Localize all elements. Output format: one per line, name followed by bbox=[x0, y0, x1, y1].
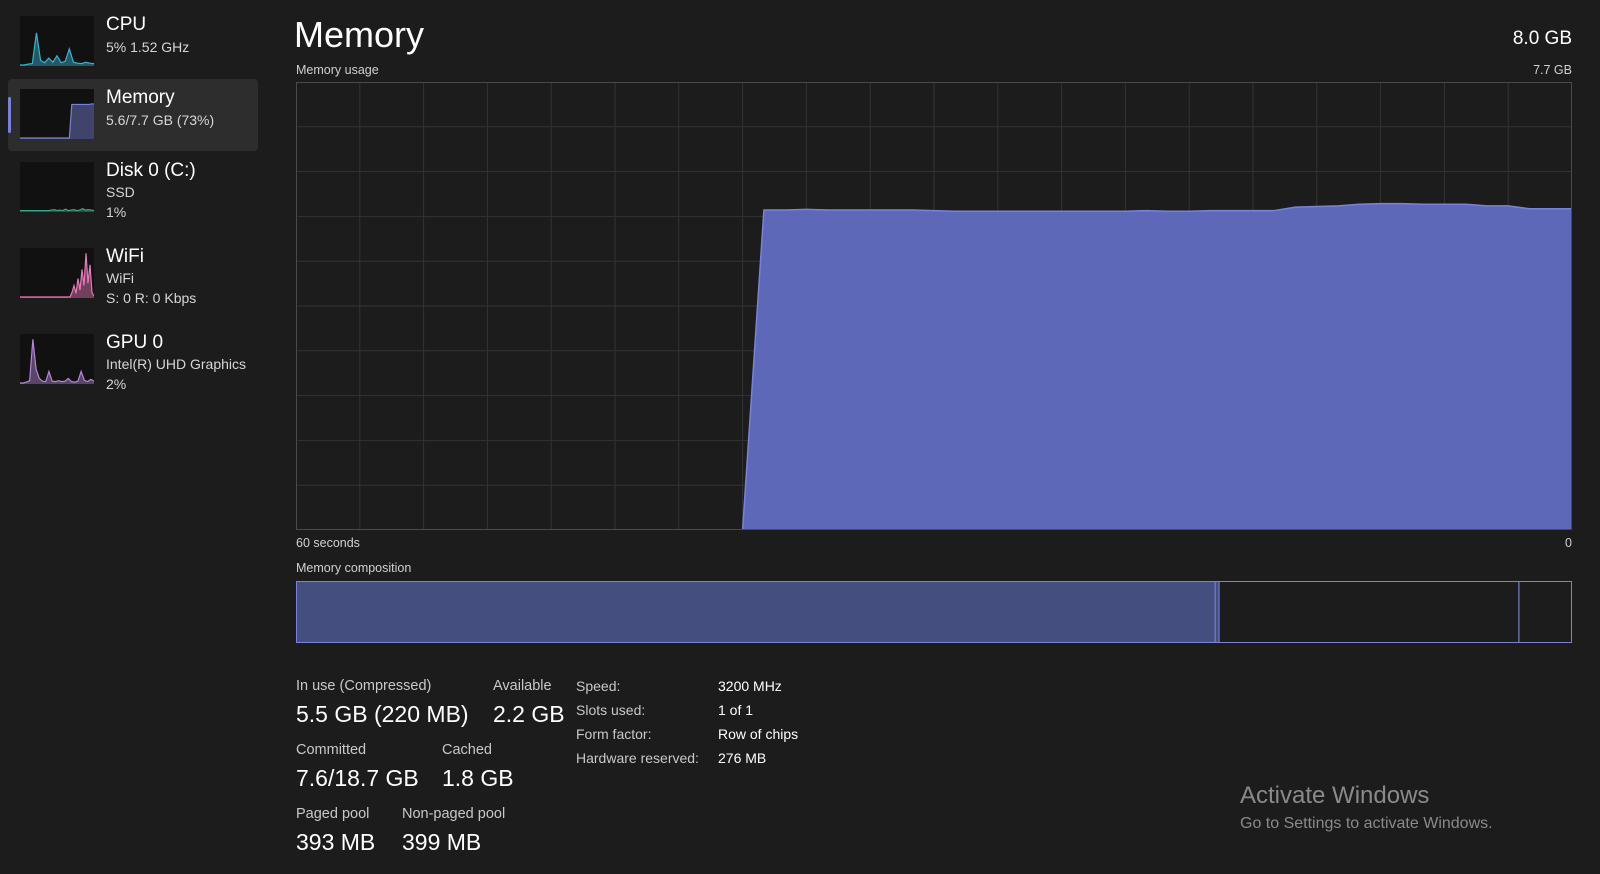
composition-modified bbox=[1214, 581, 1220, 643]
sidebar-item-subtitle: WiFi bbox=[106, 270, 134, 286]
memory-composition-bar bbox=[296, 581, 1572, 643]
sidebar-item-subtitle: Intel(R) UHD Graphics bbox=[106, 356, 247, 372]
hardware-reserved-value: 276 MB bbox=[718, 750, 767, 766]
in-use-value: 5.5 GB (220 MB) bbox=[296, 701, 469, 727]
cached-label: Cached bbox=[442, 742, 492, 758]
page-title: Memory bbox=[294, 14, 425, 55]
sidebar-item-title: CPU bbox=[106, 14, 147, 35]
form-factor-value: Row of chips bbox=[718, 726, 799, 742]
paged-pool-label: Paged pool bbox=[296, 806, 370, 822]
slots-used-value: 1 of 1 bbox=[718, 702, 754, 718]
non-paged-pool-value: 399 MB bbox=[402, 829, 482, 855]
activate-windows-subtitle: Go to Settings to activate Windows. bbox=[1240, 815, 1493, 832]
time-axis-start: 60 seconds bbox=[296, 536, 360, 550]
speed-value: 3200 MHz bbox=[718, 678, 782, 694]
in-use-label: In use (Compressed) bbox=[296, 678, 432, 694]
sidebar-item-subtitle: 5.6/7.7 GB (73%) bbox=[106, 112, 215, 128]
time-axis-end: 0 bbox=[1565, 536, 1572, 550]
speed-label: Speed: bbox=[576, 678, 621, 694]
composition-in-use bbox=[296, 581, 1216, 643]
disk-graph-icon bbox=[20, 162, 94, 212]
mini-graph-area bbox=[20, 103, 94, 139]
slots-used-label: Slots used: bbox=[576, 702, 646, 718]
memory-usage-label: Memory usage bbox=[296, 63, 379, 77]
paged-pool-value: 393 MB bbox=[296, 829, 376, 855]
cached-value: 1.8 GB bbox=[442, 765, 514, 791]
wifi-graph-icon bbox=[20, 248, 94, 298]
sidebar-item-cpu[interactable]: CPU 5% 1.52 GHz bbox=[8, 6, 258, 78]
memory-usage-max: 7.7 GB bbox=[1533, 63, 1572, 77]
sidebar-item-title: Memory bbox=[106, 87, 175, 108]
sidebar-item-gpu[interactable]: GPU 0 Intel(R) UHD Graphics 2% bbox=[8, 324, 258, 396]
total-memory: 8.0 GB bbox=[1512, 28, 1572, 49]
committed-value: 7.6/18.7 GB bbox=[296, 765, 419, 791]
sidebar-item-detail: 2% bbox=[106, 376, 127, 392]
cpu-graph-icon bbox=[20, 16, 94, 66]
sidebar-item-detail: 1% bbox=[106, 204, 127, 220]
non-paged-pool-label: Non-paged pool bbox=[402, 806, 506, 822]
sidebar-item-title: GPU 0 bbox=[106, 332, 164, 353]
memory-usage-chart bbox=[296, 82, 1572, 530]
sidebar-item-subtitle: SSD bbox=[106, 184, 135, 200]
memory-composition-label: Memory composition bbox=[296, 561, 412, 575]
sidebar: CPU 5% 1.52 GHz Memory 5.6/7.7 GB (73%) … bbox=[0, 0, 262, 874]
committed-label: Committed bbox=[296, 742, 367, 758]
form-factor-label: Form factor: bbox=[576, 726, 652, 742]
sidebar-item-detail: S: 0 R: 0 Kbps bbox=[106, 290, 197, 306]
hardware-reserved-label: Hardware reserved: bbox=[576, 750, 699, 766]
activate-windows-title: Activate Windows bbox=[1240, 782, 1430, 809]
sidebar-item-wifi[interactable]: WiFi WiFi S: 0 R: 0 Kbps bbox=[8, 238, 258, 310]
sidebar-item-title: WiFi bbox=[106, 246, 144, 267]
memory-graph-icon bbox=[20, 89, 94, 139]
sidebar-item-disk[interactable]: Disk 0 (C:) SSD 1% bbox=[8, 152, 258, 224]
mini-graph-area bbox=[20, 32, 94, 66]
available-label: Available bbox=[493, 678, 552, 694]
sidebar-item-memory[interactable]: Memory 5.6/7.7 GB (73%) bbox=[8, 79, 258, 151]
gpu-graph-icon bbox=[20, 334, 94, 384]
sidebar-item-subtitle: 5% 1.52 GHz bbox=[106, 39, 190, 55]
sidebar-item-title: Disk 0 (C:) bbox=[106, 160, 196, 181]
available-value: 2.2 GB bbox=[493, 701, 565, 727]
